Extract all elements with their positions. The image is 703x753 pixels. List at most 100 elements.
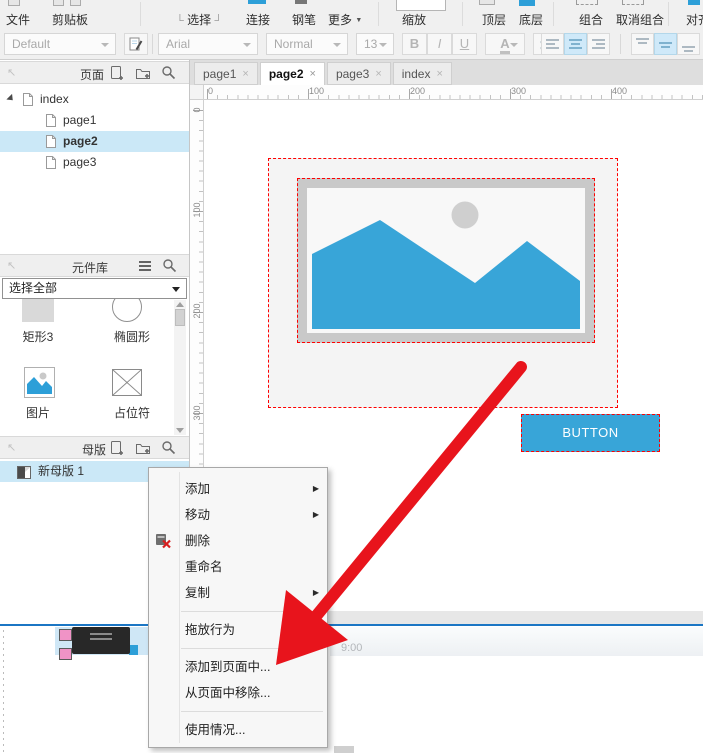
- menu-item-remove-from-pages[interactable]: 从页面中移除...: [149, 680, 327, 706]
- add-master-icon[interactable]: [110, 440, 126, 456]
- menu-item-usage[interactable]: 使用情况...: [149, 717, 327, 743]
- tab-page1[interactable]: page1 ×: [194, 62, 258, 85]
- search-icon[interactable]: [161, 65, 177, 81]
- pages-panel-title: 页面: [80, 68, 105, 82]
- select-mode-button[interactable]: └ 选择 ┘: [176, 11, 222, 28]
- close-icon[interactable]: ×: [375, 68, 381, 80]
- align-center-button[interactable]: [564, 33, 587, 55]
- close-icon[interactable]: ×: [242, 68, 248, 80]
- master-icon: [17, 465, 31, 486]
- page-label: index: [40, 92, 69, 106]
- zoom-input[interactable]: [396, 0, 446, 11]
- submenu-arrow-icon: ▶: [312, 484, 319, 493]
- paste-icon: [70, 0, 81, 6]
- edit-style-button[interactable]: [124, 33, 148, 55]
- widget-library-scrollbar[interactable]: [174, 300, 186, 435]
- search-icon[interactable]: [161, 440, 177, 456]
- align-middle-button[interactable]: [654, 33, 677, 55]
- collapse-panel-icon[interactable]: ↖: [7, 66, 16, 79]
- ungroup-button[interactable]: 取消组合: [616, 11, 664, 28]
- align-left-icon: [546, 39, 559, 41]
- add-folder-icon[interactable]: [135, 440, 151, 456]
- menu-separator: [181, 648, 323, 649]
- image-widget-thumb[interactable]: [24, 367, 55, 398]
- menu-separator: [181, 611, 323, 612]
- menu-item-duplicate[interactable]: 复制 ▶: [149, 580, 327, 606]
- submenu-arrow-icon: ▶: [312, 588, 319, 597]
- master-selection-outline[interactable]: BUTTON: [268, 158, 660, 452]
- clipboard-button[interactable]: 剪贴板: [52, 11, 88, 28]
- connect-button[interactable]: 连接: [246, 11, 270, 28]
- font-family-select[interactable]: Arial: [158, 33, 258, 55]
- scroll-up-icon[interactable]: [176, 302, 184, 307]
- align-top-icon: [636, 38, 649, 40]
- placeholder-x-icon: [112, 369, 142, 396]
- file-button[interactable]: 文件: [6, 11, 30, 28]
- placeholder-widget-thumb[interactable]: [112, 369, 142, 396]
- font-size-select[interactable]: 13: [356, 33, 394, 55]
- font-weight-select[interactable]: Normal: [266, 33, 348, 55]
- ruler-corner: [190, 85, 204, 100]
- ellipse-widget-thumb[interactable]: [112, 299, 142, 322]
- style-preset-select[interactable]: Default: [4, 33, 116, 55]
- widget-label: 占位符: [113, 406, 150, 420]
- pen-icon: [295, 0, 307, 4]
- font-color-button[interactable]: A: [485, 33, 525, 55]
- scrollbar-thumb[interactable]: [175, 309, 185, 326]
- close-icon[interactable]: ×: [310, 68, 316, 80]
- file-icon: [8, 0, 20, 6]
- close-icon[interactable]: ×: [436, 68, 442, 80]
- add-folder-icon[interactable]: [135, 65, 151, 81]
- tree-expander-icon[interactable]: [6, 93, 16, 104]
- menu-separator: [181, 711, 323, 712]
- button-widget[interactable]: BUTTON: [521, 414, 660, 452]
- menu-item-move[interactable]: 移动 ▶: [149, 502, 327, 528]
- menu-item-drop-behavior[interactable]: 拖放行为 ▶: [149, 617, 327, 643]
- pen-button[interactable]: 钢笔: [292, 11, 316, 28]
- zoom-button[interactable]: 缩放: [402, 11, 426, 28]
- collapse-panel-icon[interactable]: ↖: [7, 441, 16, 454]
- image-widget-content: [307, 188, 585, 333]
- tab-page3[interactable]: page3 ×: [326, 62, 391, 85]
- more-button[interactable]: 更多 ▼: [328, 11, 362, 28]
- image-thumb-icon: [27, 372, 52, 394]
- add-page-icon[interactable]: [110, 65, 126, 81]
- send-to-back-button[interactable]: 底层: [519, 11, 543, 28]
- rectangle-widget-thumb[interactable]: [22, 299, 54, 322]
- align-right-button[interactable]: [587, 33, 610, 55]
- menu-item-delete[interactable]: 删除: [149, 528, 327, 554]
- collapse-panel-icon[interactable]: ↖: [7, 259, 16, 272]
- page-tree-item-page1[interactable]: page1: [0, 110, 189, 131]
- hamburger-menu-icon[interactable]: [138, 260, 154, 276]
- selection-handle[interactable]: [59, 629, 72, 641]
- menu-item-add-to-pages[interactable]: 添加到页面中...: [149, 654, 327, 680]
- tab-index[interactable]: index ×: [392, 62, 452, 85]
- align-left-button[interactable]: [541, 33, 564, 55]
- tab-page2-active[interactable]: page2 ×: [259, 62, 325, 86]
- mobile-navbar-widget[interactable]: [72, 627, 130, 654]
- page-tree-item-index[interactable]: index: [0, 89, 189, 110]
- page-tree-item-page2-selected[interactable]: page2: [0, 131, 189, 152]
- bring-to-front-button[interactable]: 顶层: [482, 11, 506, 28]
- widget-label: 矩形3: [22, 330, 54, 344]
- underline-button[interactable]: U: [452, 33, 477, 55]
- image-widget[interactable]: [297, 178, 595, 343]
- widget-label: 椭圆形: [113, 330, 150, 344]
- group-icon: [576, 0, 598, 5]
- bold-button[interactable]: B: [402, 33, 427, 55]
- pages-panel-header: ↖ 页面: [0, 61, 189, 84]
- selection-handle[interactable]: [59, 648, 72, 660]
- page-doc-icon: [45, 155, 57, 177]
- italic-button[interactable]: I: [427, 33, 452, 55]
- align-bottom-button[interactable]: [677, 33, 700, 55]
- search-icon[interactable]: [162, 258, 178, 274]
- menu-item-add[interactable]: 添加 ▶: [149, 476, 327, 502]
- scroll-down-icon[interactable]: [176, 428, 184, 433]
- align-top-button[interactable]: [631, 33, 654, 55]
- ruler-number: 0: [192, 107, 202, 113]
- menu-item-rename[interactable]: 重命名: [149, 554, 327, 580]
- align-button[interactable]: 对齐: [686, 11, 703, 28]
- widget-library-filter-select[interactable]: 选择全部: [2, 278, 187, 299]
- page-tree-item-page3[interactable]: page3: [0, 152, 189, 173]
- group-button[interactable]: 组合: [579, 11, 603, 28]
